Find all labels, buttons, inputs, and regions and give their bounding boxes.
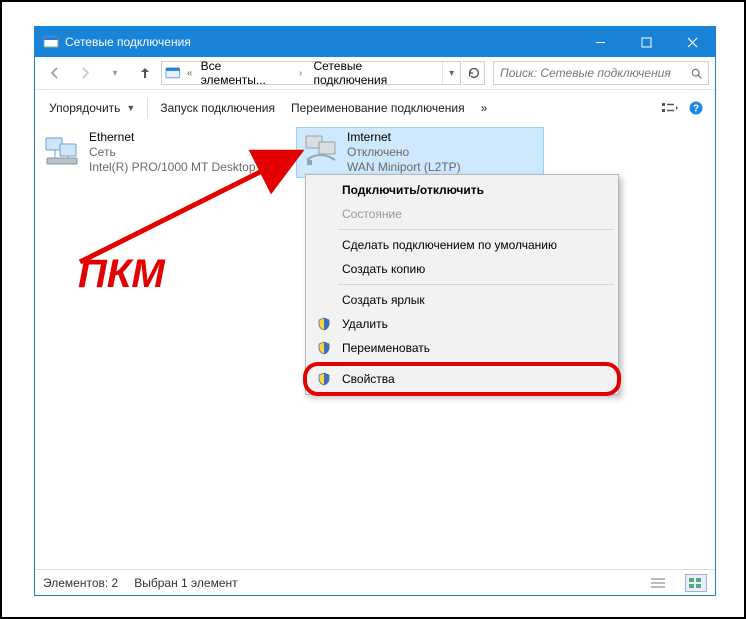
command-bar: Упорядочить▼ Запуск подключения Переимен… xyxy=(35,90,715,126)
address-bar-row: ▾ « Все элементы...› Сетевые подключения… xyxy=(35,57,715,90)
titlebar-icon xyxy=(43,34,59,50)
rename-connection-button[interactable]: Переименование подключения xyxy=(283,94,473,122)
nav-forward-button[interactable] xyxy=(71,60,99,86)
context-menu: Подключить/отключить Состояние Сделать п… xyxy=(305,174,619,395)
connection-device: Intel(R) PRO/1000 MT Desktop Ad... xyxy=(89,160,279,175)
nav-recent-dropdown[interactable]: ▾ xyxy=(101,60,129,86)
status-bar: Элементов: 2 Выбран 1 элемент xyxy=(35,569,715,595)
menu-item-status: Состояние xyxy=(308,202,616,226)
search-icon[interactable] xyxy=(684,67,708,80)
address-bar[interactable]: « Все элементы...› Сетевые подключения ▾ xyxy=(161,61,461,85)
window-caption-buttons xyxy=(577,27,715,57)
menu-separator xyxy=(338,229,614,230)
menu-separator xyxy=(338,363,614,364)
shield-icon xyxy=(316,340,332,356)
close-button[interactable] xyxy=(669,27,715,57)
menu-item-create-shortcut[interactable]: Создать ярлык xyxy=(308,288,616,312)
breadcrumb-seg-2[interactable]: Сетевые подключения xyxy=(307,62,442,84)
status-item-count: Элементов: 2 xyxy=(43,576,118,590)
details-view-button[interactable] xyxy=(647,574,669,592)
lan-adapter-icon xyxy=(43,130,83,170)
connection-name: Ethernet xyxy=(89,130,279,145)
address-bar-dropdown[interactable]: ▾ xyxy=(442,62,460,84)
breadcrumb-seg-1[interactable]: Все элементы... xyxy=(195,62,294,84)
titlebar[interactable]: Сетевые подключения xyxy=(35,27,715,57)
window: Сетевые подключения ▾ « xyxy=(34,26,716,596)
toolbar-overflow-button[interactable]: » xyxy=(473,94,496,122)
nav-back-button[interactable] xyxy=(41,60,69,86)
connection-name: Imternet xyxy=(347,130,537,145)
svg-text:?: ? xyxy=(693,104,699,115)
connection-item-ethernet[interactable]: Ethernet Сеть Intel(R) PRO/1000 MT Deskt… xyxy=(39,128,283,177)
screenshot-frame: Сетевые подключения ▾ « xyxy=(0,0,746,619)
refresh-button[interactable] xyxy=(463,61,485,85)
search-box[interactable] xyxy=(493,61,709,85)
menu-item-delete[interactable]: Удалить xyxy=(308,312,616,336)
shield-icon xyxy=(316,371,332,387)
window-title: Сетевые подключения xyxy=(65,35,577,49)
help-button[interactable]: ? xyxy=(683,95,709,121)
organize-menu-button[interactable]: Упорядочить▼ xyxy=(41,94,143,122)
shield-icon xyxy=(316,316,332,332)
connection-status: Сеть xyxy=(89,145,279,160)
connection-status: Отключено xyxy=(347,145,537,160)
minimize-button[interactable] xyxy=(577,27,623,57)
menu-separator xyxy=(338,284,614,285)
menu-item-set-default[interactable]: Сделать подключением по умолчанию xyxy=(308,233,616,257)
menu-item-create-copy[interactable]: Создать копию xyxy=(308,257,616,281)
start-connection-button[interactable]: Запуск подключения xyxy=(152,94,283,122)
connection-item-imternet[interactable]: Imternet Отключено WAN Miniport (L2TP) xyxy=(297,128,543,177)
nav-up-button[interactable] xyxy=(131,60,159,86)
breadcrumb-overflow[interactable]: « xyxy=(181,68,195,79)
view-options-button[interactable] xyxy=(657,95,683,121)
maximize-button[interactable] xyxy=(623,27,669,57)
menu-item-connect-disconnect[interactable]: Подключить/отключить xyxy=(308,178,616,202)
menu-item-properties[interactable]: Свойства xyxy=(308,367,616,391)
status-selection: Выбран 1 элемент xyxy=(134,576,237,590)
tiles-view-button[interactable] xyxy=(685,574,707,592)
search-input[interactable] xyxy=(494,66,684,80)
connection-device: WAN Miniport (L2TP) xyxy=(347,160,537,175)
control-panel-icon xyxy=(165,65,181,81)
connections-view[interactable]: Ethernet Сеть Intel(R) PRO/1000 MT Deskt… xyxy=(35,126,715,569)
wan-adapter-icon xyxy=(301,130,341,170)
annotation-label: ПКМ xyxy=(78,252,165,297)
menu-item-rename[interactable]: Переименовать xyxy=(308,336,616,360)
chevron-right-icon[interactable]: › xyxy=(294,68,308,79)
